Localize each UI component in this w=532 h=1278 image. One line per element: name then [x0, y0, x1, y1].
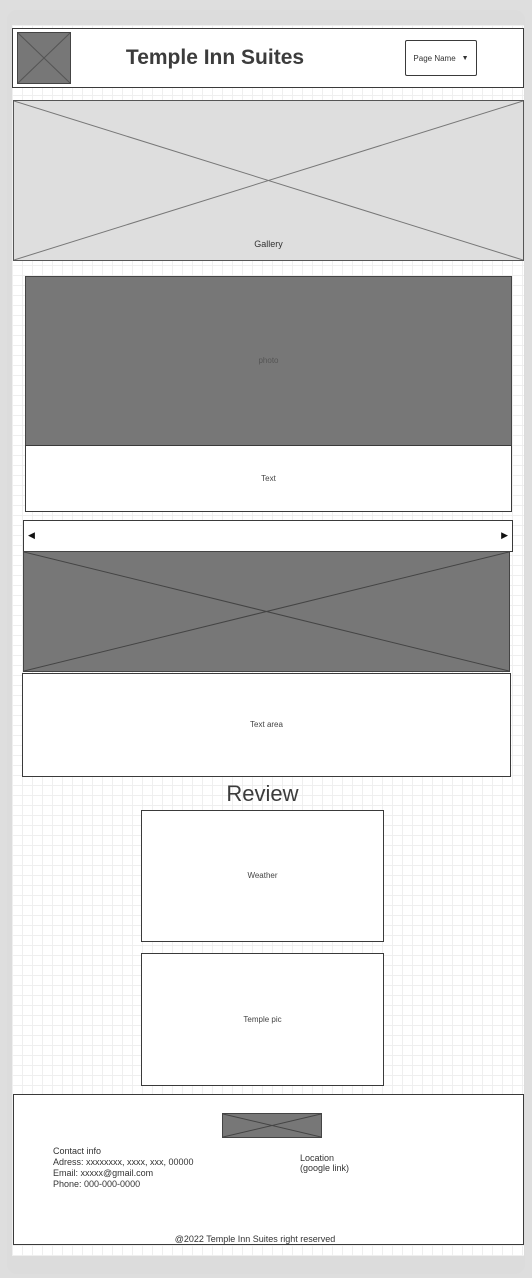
chevron-down-icon: ▼ [461, 54, 469, 62]
page-name-dropdown[interactable]: Page Name ▼ [405, 40, 477, 76]
contact-email[interactable]: Email: xxxxx@gmail.com [53, 1168, 194, 1179]
image-slider-controls: ◀ ▶ [23, 520, 513, 552]
logo-image[interactable] [17, 32, 71, 84]
weather-widget: Weather [141, 810, 384, 942]
temple-pic: Temple pic [141, 953, 384, 1086]
text-label: Text [261, 474, 276, 483]
location-info: Location (google link) [300, 1153, 349, 1173]
photo-label: photo [258, 356, 279, 365]
site-title: Temple Inn Suites [125, 46, 305, 69]
contact-phone[interactable]: Phone: 000-000-0000 [53, 1179, 194, 1190]
arrow-right-icon[interactable]: ▶ [501, 530, 508, 541]
text-area[interactable]: Text area [22, 673, 511, 777]
weather-label: Weather [247, 871, 278, 880]
text-box: Text [25, 445, 512, 512]
review-heading: Review [226, 781, 299, 806]
gallery-banner[interactable]: Gallery [13, 100, 524, 261]
temple-pic-label: Temple pic [243, 1015, 282, 1024]
arrow-left-icon[interactable]: ◀ [28, 530, 35, 541]
contact-info: Contact info Adress: xxxxxxxx, xxxx, xxx… [53, 1146, 194, 1190]
gallery-label: Gallery [254, 239, 283, 249]
text-area-label: Text area [250, 720, 283, 729]
contact-address: Adress: xxxxxxxx, xxxx, xxx, 00000 [53, 1157, 194, 1167]
photo-placeholder: photo [25, 276, 512, 446]
copyright-text: @2022 Temple Inn Suites right reserved [174, 1234, 336, 1244]
page-name-value: Page Name [413, 53, 456, 63]
location-heading: Location [300, 1153, 335, 1163]
slider-image[interactable] [23, 551, 510, 672]
location-link[interactable]: (google link) [300, 1163, 349, 1173]
contact-heading: Contact info [53, 1146, 102, 1156]
footer-logo-image[interactable] [222, 1113, 322, 1138]
